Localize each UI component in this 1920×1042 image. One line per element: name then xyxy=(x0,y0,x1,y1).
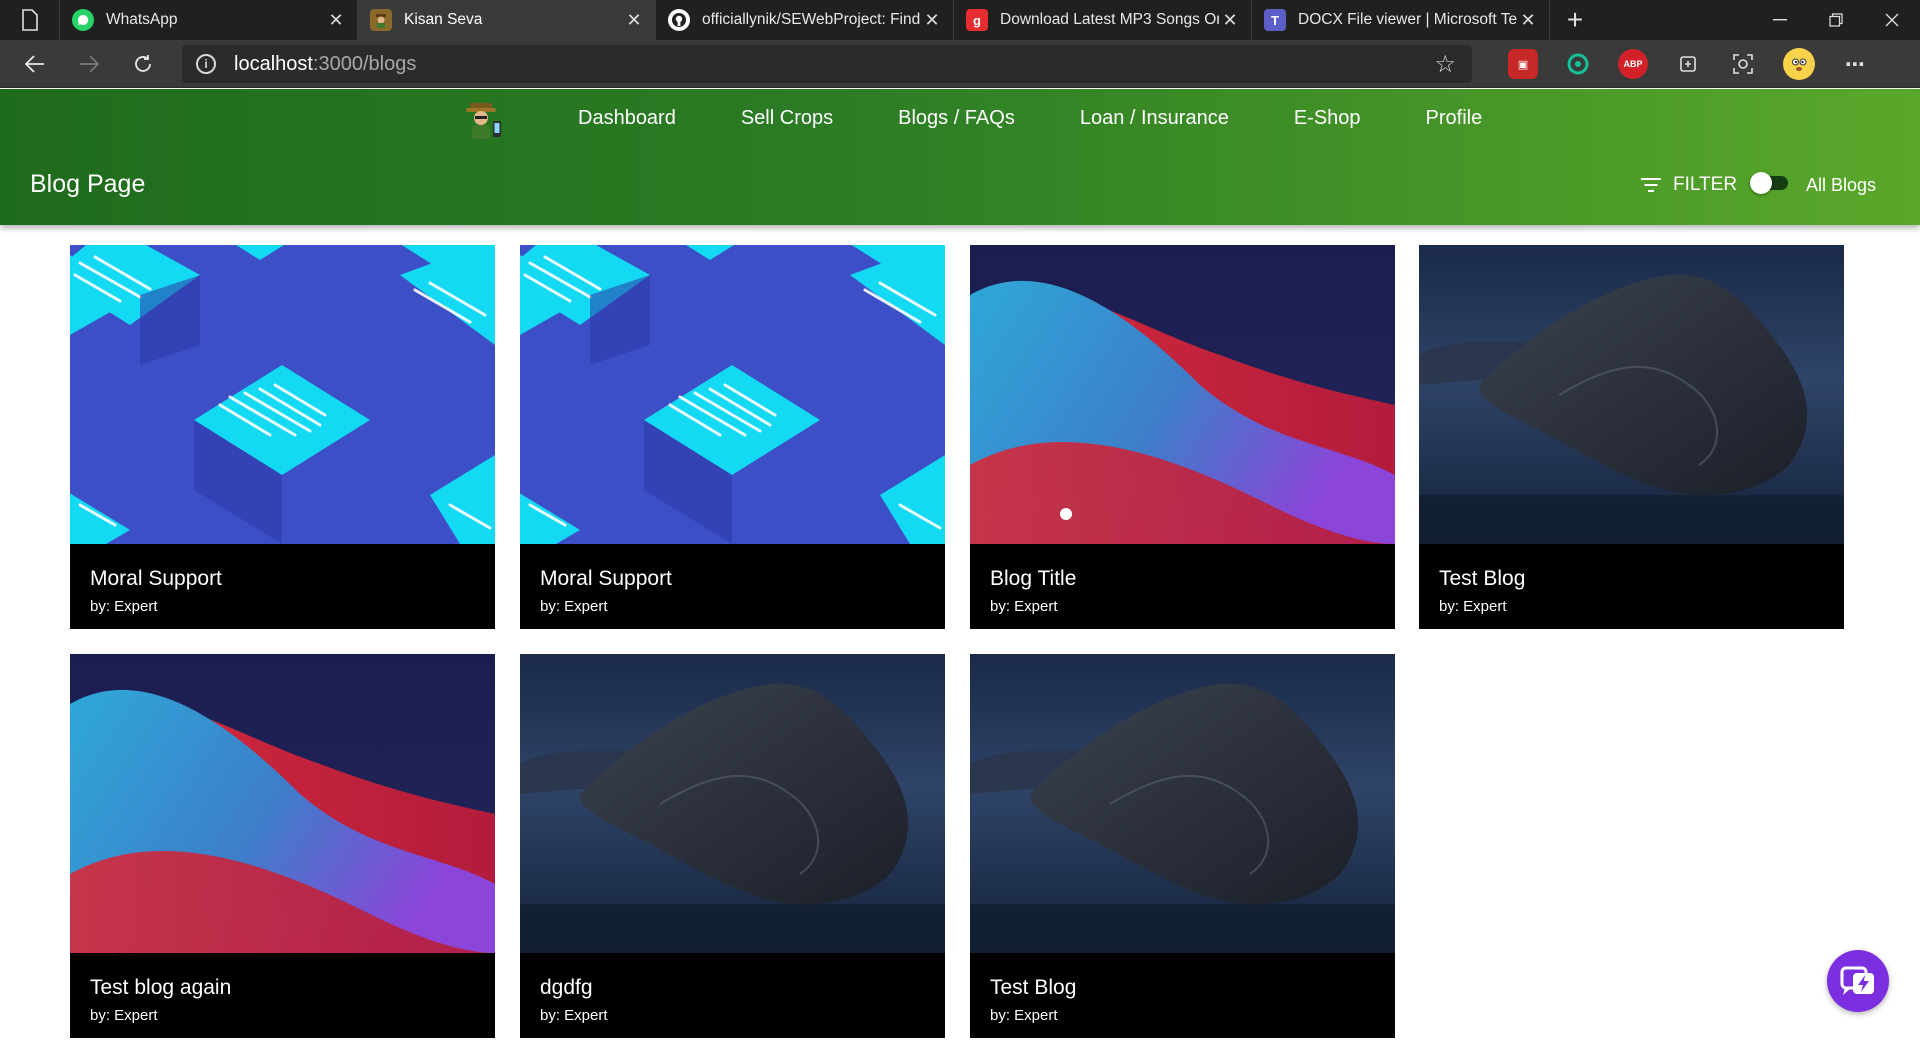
blog-author: by: Expert xyxy=(90,598,158,615)
blog-author: by: Expert xyxy=(90,1007,158,1024)
blog-title: Test Blog xyxy=(990,976,1077,999)
github-icon xyxy=(668,9,690,31)
blog-author: by: Expert xyxy=(540,598,608,615)
tab-teams[interactable]: T DOCX File viewer | Microsoft Tea ✕ xyxy=(1252,0,1550,40)
chat-assistant-button[interactable] xyxy=(1827,950,1889,1012)
nav-blogs-faqs[interactable]: Blogs / FAQs xyxy=(898,107,1015,130)
more-menu-icon[interactable]: ⋯ xyxy=(1840,49,1870,79)
tab-whatsapp[interactable]: WhatsApp ✕ xyxy=(60,0,358,40)
blog-title: Moral Support xyxy=(90,567,222,590)
blog-title: Test blog again xyxy=(90,976,232,999)
blog-card[interactable]: dgdfg by: Expert xyxy=(520,654,945,1038)
close-icon[interactable]: ✕ xyxy=(1219,9,1241,31)
blog-title: dgdfg xyxy=(540,976,593,999)
screenshot-icon[interactable] xyxy=(1728,49,1758,79)
gaana-icon: g xyxy=(966,9,988,31)
blog-image-island-night xyxy=(520,654,945,953)
tab-title: WhatsApp xyxy=(106,11,178,28)
restore-icon[interactable] xyxy=(1808,0,1864,40)
collections-icon[interactable] xyxy=(1673,49,1703,79)
browser-tab-bar: WhatsApp ✕ Kisan Seva ✕ officiallynik/SE… xyxy=(0,0,1920,40)
window-controls xyxy=(1752,0,1920,40)
blog-title: Moral Support xyxy=(540,567,672,590)
url-bar[interactable]: i localhost :3000/blogs ☆ xyxy=(182,45,1472,83)
grammar-extension-icon[interactable] xyxy=(1563,49,1593,79)
url-host: localhost xyxy=(234,52,313,75)
profile-avatar-icon[interactable] xyxy=(1783,48,1815,80)
blog-card[interactable]: Test Blog by: Expert xyxy=(1419,245,1844,629)
tab-kisan-seva[interactable]: Kisan Seva ✕ xyxy=(358,0,656,40)
close-window-icon[interactable] xyxy=(1864,0,1920,40)
tab-github[interactable]: officiallynik/SEWebProject: Find t ✕ xyxy=(656,0,954,40)
blog-image-blue-pattern xyxy=(70,245,495,544)
all-blogs-label: All Blogs xyxy=(1806,175,1877,195)
nav-sell-crops[interactable]: Sell Crops xyxy=(741,107,833,130)
kisan-seva-logo[interactable] xyxy=(462,99,506,141)
info-icon[interactable]: i xyxy=(196,54,216,74)
address-bar-row: i localhost :3000/blogs ☆ ▣ ABP ⋯ xyxy=(0,40,1920,88)
tab-title: Kisan Seva xyxy=(404,11,483,28)
farmer-icon xyxy=(370,9,392,31)
toggle-knob xyxy=(1750,172,1772,194)
teams-icon: T xyxy=(1264,9,1286,31)
url-path: :3000/blogs xyxy=(312,52,417,75)
blog-title: Blog Title xyxy=(990,567,1077,590)
blog-author: by: Expert xyxy=(990,598,1058,615)
refresh-icon[interactable] xyxy=(116,40,170,88)
tab-title: officiallynik/SEWebProject: Find t xyxy=(702,11,921,28)
blog-image-wave-gradient xyxy=(70,654,495,953)
blog-card[interactable]: Moral Support by: Expert xyxy=(520,245,945,629)
close-icon[interactable]: ✕ xyxy=(325,9,347,31)
blog-image-blue-pattern xyxy=(520,245,945,544)
close-icon[interactable]: ✕ xyxy=(1517,9,1539,31)
chat-bolt-icon xyxy=(1840,966,1874,995)
whatsapp-icon xyxy=(72,9,94,31)
app-header: Dashboard Sell Crops Blogs / FAQs Loan /… xyxy=(0,89,1920,225)
blog-image-island-night xyxy=(970,654,1395,953)
blog-author: by: Expert xyxy=(540,1007,608,1024)
blog-image-island-night xyxy=(1419,245,1844,544)
tab-title: DOCX File viewer | Microsoft Tea xyxy=(1298,11,1517,28)
filter-button[interactable]: FILTER xyxy=(1641,174,1737,196)
page-icon[interactable] xyxy=(0,0,60,40)
main-nav: Dashboard Sell Crops Blogs / FAQs Loan /… xyxy=(578,107,1547,130)
minimize-icon[interactable] xyxy=(1752,0,1808,40)
filter-label: FILTER xyxy=(1673,174,1738,195)
nav-dashboard[interactable]: Dashboard xyxy=(578,107,676,130)
blog-card[interactable]: Test blog again by: Expert xyxy=(70,654,495,1038)
nav-profile[interactable]: Profile xyxy=(1426,107,1483,130)
close-icon[interactable]: ✕ xyxy=(921,9,943,31)
tab-title: Download Latest MP3 Songs Onl xyxy=(1000,11,1219,28)
blog-image-wave-gradient xyxy=(970,245,1395,544)
screen-recorder-extension-icon[interactable]: ▣ xyxy=(1508,49,1538,79)
filter-icon xyxy=(1641,177,1661,193)
blog-card[interactable]: Test Blog by: Expert xyxy=(970,654,1395,1038)
new-tab-button[interactable]: + xyxy=(1550,0,1600,40)
back-icon[interactable] xyxy=(8,40,62,88)
adblock-plus-icon[interactable]: ABP xyxy=(1618,49,1648,79)
blog-author: by: Expert xyxy=(1439,598,1507,615)
blog-card[interactable]: Blog Title by: Expert xyxy=(970,245,1395,629)
tab-gaana[interactable]: g Download Latest MP3 Songs Onl ✕ xyxy=(954,0,1252,40)
close-icon[interactable]: ✕ xyxy=(623,9,645,31)
blog-title: Test Blog xyxy=(1439,567,1526,590)
page-title: Blog Page xyxy=(30,170,146,198)
favorite-star-icon[interactable]: ☆ xyxy=(1434,50,1456,79)
all-blogs-toggle[interactable] xyxy=(1750,172,1788,194)
blog-author: by: Expert xyxy=(990,1007,1058,1024)
forward-icon[interactable] xyxy=(62,40,116,88)
nav-e-shop[interactable]: E-Shop xyxy=(1294,107,1361,130)
blog-card[interactable]: Moral Support by: Expert xyxy=(70,245,495,629)
nav-loan-insurance[interactable]: Loan / Insurance xyxy=(1080,107,1229,130)
extensions: ▣ ABP ⋯ xyxy=(1508,40,1895,88)
